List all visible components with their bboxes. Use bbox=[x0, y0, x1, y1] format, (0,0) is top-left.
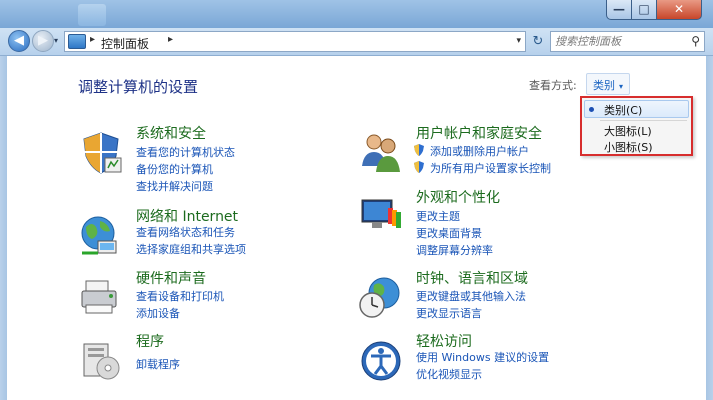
ease-of-access-icon bbox=[361, 341, 401, 381]
category-title[interactable]: 时钟、语言和区域 bbox=[416, 268, 528, 288]
link-screen-resolution[interactable]: 调整屏幕分辨率 bbox=[416, 242, 493, 258]
maximize-icon: □ bbox=[638, 2, 650, 16]
chevron-down-icon: ▾ bbox=[619, 82, 624, 91]
category-title[interactable]: 系统和安全 bbox=[136, 123, 206, 143]
category-title[interactable]: 程序 bbox=[136, 331, 164, 351]
category-title[interactable]: 外观和个性化 bbox=[416, 187, 500, 207]
minimize-button[interactable]: — bbox=[606, 0, 632, 20]
link-backup[interactable]: 备份您的计算机 bbox=[136, 161, 213, 177]
breadcrumb-separator[interactable]: ▸ bbox=[168, 34, 173, 45]
page-title: 调整计算机的设置 bbox=[78, 78, 199, 96]
menu-item-large-icons[interactable]: 大图标(L) bbox=[604, 123, 652, 139]
close-icon: ✕ bbox=[673, 2, 685, 16]
window-thumbnail-icon bbox=[78, 4, 106, 26]
breadcrumb-control-panel[interactable]: 控制面板 bbox=[101, 35, 149, 52]
recent-pages-dropdown[interactable]: ▾ bbox=[54, 36, 58, 45]
menu-item-small-icons[interactable]: 小图标(S) bbox=[604, 139, 653, 155]
category-title[interactable]: 用户帐户和家庭安全 bbox=[416, 123, 542, 143]
link-recommended-settings[interactable]: 使用 Windows 建议的设置 bbox=[416, 349, 549, 365]
programs-icon bbox=[83, 343, 120, 380]
appearance-icon bbox=[361, 199, 401, 228]
category-title[interactable]: 硬件和声音 bbox=[136, 268, 206, 288]
uac-shield-icon bbox=[414, 144, 424, 156]
view-by-selector[interactable]: 类别 ▾ bbox=[586, 73, 631, 95]
link-add-device[interactable]: 添加设备 bbox=[136, 305, 180, 321]
link-change-theme[interactable]: 更改主题 bbox=[416, 208, 460, 224]
user-accounts-icon bbox=[362, 134, 400, 172]
link-uninstall[interactable]: 卸载程序 bbox=[136, 356, 180, 372]
link-troubleshoot[interactable]: 查找并解决问题 bbox=[136, 178, 213, 194]
forward-button[interactable]: ▶ bbox=[32, 30, 54, 52]
link-parental-controls[interactable]: 为所有用户设置家长控制 bbox=[430, 160, 551, 176]
search-box[interactable]: ⚲ bbox=[550, 31, 705, 52]
forward-arrow-icon: ▶ bbox=[38, 33, 48, 48]
refresh-icon: ↻ bbox=[532, 34, 544, 49]
minimize-icon: — bbox=[613, 2, 625, 16]
window-right-border bbox=[706, 56, 713, 400]
menu-divider bbox=[600, 120, 687, 121]
close-button[interactable]: ✕ bbox=[656, 0, 702, 20]
link-add-remove-accounts[interactable]: 添加或删除用户帐户 bbox=[430, 143, 529, 159]
view-mode-menu: 类别(C) 大图标(L) 小图标(S) bbox=[580, 96, 693, 156]
link-display-language[interactable]: 更改显示语言 bbox=[416, 305, 482, 321]
category-title[interactable]: 轻松访问 bbox=[416, 331, 472, 351]
back-arrow-icon: ◀ bbox=[14, 33, 24, 48]
system-security-icon bbox=[83, 132, 122, 174]
view-by-value: 类别 bbox=[593, 79, 615, 92]
address-dropdown-icon[interactable]: ▾ bbox=[516, 36, 521, 46]
link-change-keyboard[interactable]: 更改键盘或其他输入法 bbox=[416, 288, 526, 304]
network-internet-icon bbox=[81, 216, 117, 255]
hardware-sound-icon bbox=[81, 280, 117, 314]
search-input[interactable] bbox=[555, 33, 685, 50]
view-by-label: 查看方式: bbox=[529, 79, 577, 92]
link-check-status[interactable]: 查看您的计算机状态 bbox=[136, 144, 235, 160]
link-desktop-background[interactable]: 更改桌面背景 bbox=[416, 225, 482, 241]
link-devices-printers[interactable]: 查看设备和打印机 bbox=[136, 288, 224, 304]
uac-shield-icon bbox=[414, 161, 424, 173]
menu-item-category[interactable]: 类别(C) bbox=[604, 102, 642, 118]
address-bar[interactable]: ▸ 控制面板 ▸ ▾ bbox=[64, 31, 526, 52]
category-title[interactable]: 网络和 Internet bbox=[136, 206, 238, 226]
refresh-button[interactable]: ↻ bbox=[527, 31, 549, 52]
link-homegroup[interactable]: 选择家庭组和共享选项 bbox=[136, 241, 246, 257]
window-left-border bbox=[0, 56, 7, 400]
link-network-status[interactable]: 查看网络状态和任务 bbox=[136, 224, 235, 240]
breadcrumb-separator[interactable]: ▸ bbox=[90, 34, 95, 45]
window-titlebar: — □ ✕ bbox=[0, 0, 713, 28]
back-button[interactable]: ◀ bbox=[8, 30, 30, 52]
maximize-button[interactable]: □ bbox=[631, 0, 657, 20]
selected-radio-icon bbox=[589, 107, 594, 112]
navigation-bar: ◀ ▶ ▾ ▸ 控制面板 ▸ ▾ ↻ ⚲ bbox=[0, 28, 713, 56]
link-optimize-display[interactable]: 优化视频显示 bbox=[416, 366, 482, 382]
control-panel-icon bbox=[68, 34, 86, 49]
clock-language-icon bbox=[359, 277, 400, 318]
search-icon[interactable]: ⚲ bbox=[691, 34, 700, 48]
